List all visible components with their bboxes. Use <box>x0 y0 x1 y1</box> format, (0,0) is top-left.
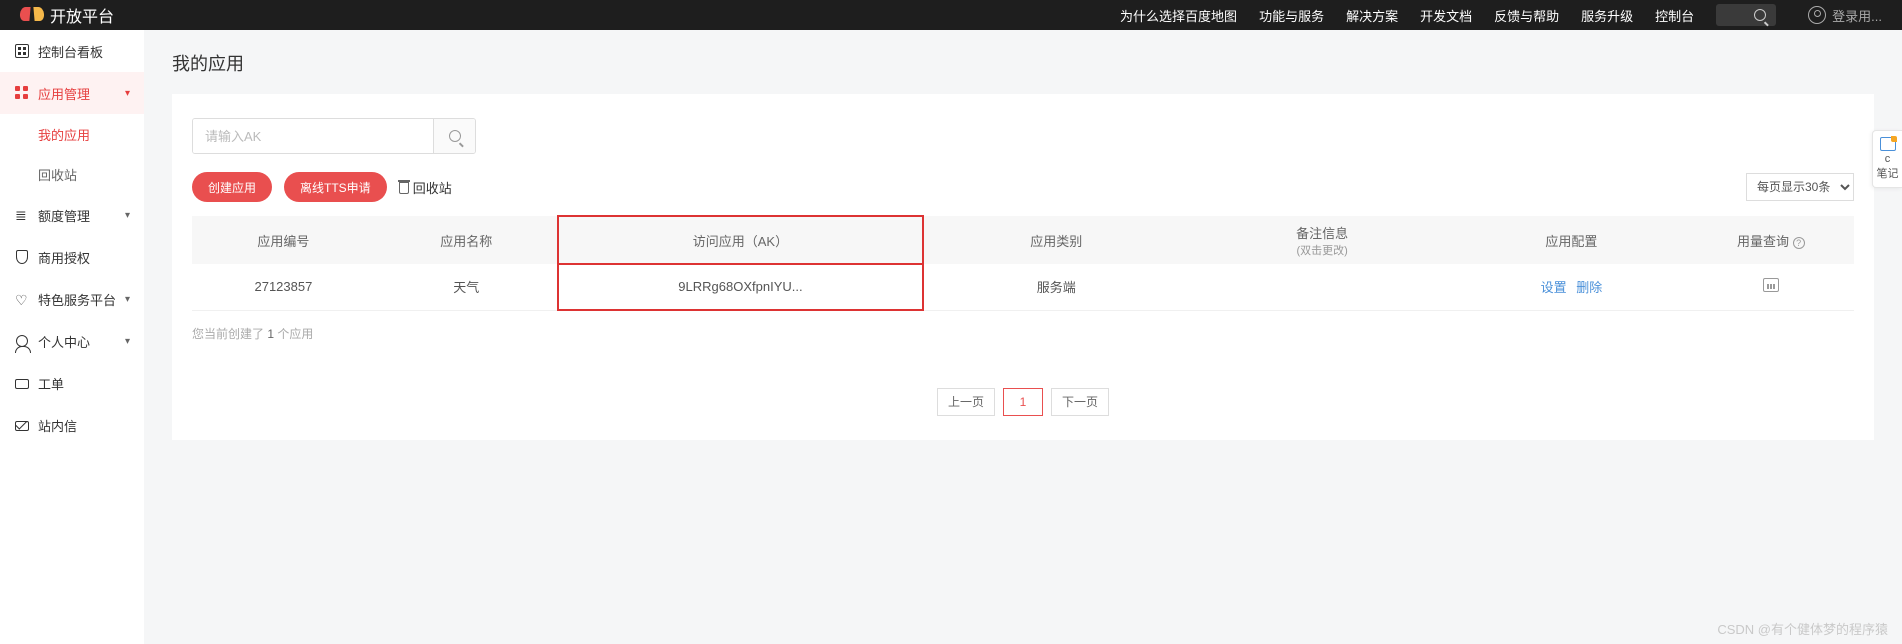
nav-docs[interactable]: 开发文档 <box>1420 6 1472 25</box>
nav-console[interactable]: 控制台 <box>1655 6 1694 25</box>
note-letter: c <box>1885 153 1891 166</box>
ak-search-button[interactable] <box>433 119 475 153</box>
offline-tts-button[interactable]: 离线TTS申请 <box>284 172 387 202</box>
recycle-link[interactable]: 回收站 <box>399 178 452 197</box>
page-next[interactable]: 下一页 <box>1051 388 1109 416</box>
avatar-icon <box>1808 6 1826 24</box>
mail-icon <box>14 417 30 433</box>
header-search[interactable] <box>1716 4 1776 26</box>
chevron-down-icon: ▾ <box>125 294 130 305</box>
float-note-widget[interactable]: c 笔记 <box>1872 130 1902 188</box>
config-set-link[interactable]: 设置 <box>1541 280 1567 295</box>
th-name: 应用名称 <box>375 216 558 264</box>
cell-ak[interactable]: 9LRRg68OXfpnIYU... <box>558 264 924 310</box>
nav-feedback[interactable]: 反馈与帮助 <box>1494 6 1559 25</box>
pagination: 上一页 1 下一页 <box>192 388 1854 416</box>
apps-icon <box>14 85 30 101</box>
logo-text: 开放平台 <box>50 3 114 27</box>
note-label: 笔记 <box>1877 168 1899 181</box>
th-ak: 访问应用（AK） <box>558 216 924 264</box>
page-prev[interactable]: 上一页 <box>937 388 995 416</box>
th-usage: 用量查询 ? <box>1688 216 1854 264</box>
page-size-select[interactable]: 每页显示30条 <box>1746 173 1854 201</box>
recycle-label: 回收站 <box>413 178 452 197</box>
sidebar-item-ticket[interactable]: 工单 <box>0 362 144 404</box>
sidebar: 控制台看板 应用管理 ▾ 我的应用 回收站 额度管理 ▾ 商用授权 特色服务平台… <box>0 30 144 644</box>
chevron-down-icon: ▾ <box>125 336 130 347</box>
th-config: 应用配置 <box>1455 216 1688 264</box>
search-icon <box>449 130 461 142</box>
sidebar-item-profile[interactable]: 个人中心 ▾ <box>0 320 144 362</box>
cell-name: 天气 <box>375 264 558 310</box>
ak-search-input[interactable] <box>193 119 433 153</box>
cell-remark[interactable] <box>1189 264 1455 310</box>
chevron-down-icon: ▾ <box>125 88 130 99</box>
table-row: 27123857 天气 9LRRg68OXfpnIYU... 服务端 设置 删除 <box>192 264 1854 310</box>
config-del-link[interactable]: 删除 <box>1576 280 1602 295</box>
nav-upgrade[interactable]: 服务升级 <box>1581 6 1633 25</box>
sidebar-item-license[interactable]: 商用授权 <box>0 236 144 278</box>
dashboard-icon <box>14 43 30 59</box>
sidebar-item-feature[interactable]: 特色服务平台 ▾ <box>0 278 144 320</box>
sidebar-sub-recycle[interactable]: 回收站 <box>0 154 144 194</box>
sidebar-item-dashboard[interactable]: 控制台看板 <box>0 30 144 72</box>
sidebar-item-quota[interactable]: 额度管理 ▾ <box>0 194 144 236</box>
note-icon <box>1880 137 1896 151</box>
create-app-button[interactable]: 创建应用 <box>192 172 272 202</box>
logo[interactable]: 开放平台 <box>20 3 114 27</box>
user-icon <box>14 333 30 349</box>
top-header: 开放平台 为什么选择百度地图 功能与服务 解决方案 开发文档 反馈与帮助 服务升… <box>0 0 1902 30</box>
search-icon <box>1754 9 1766 21</box>
cell-type: 服务端 <box>923 264 1189 310</box>
cell-id: 27123857 <box>192 264 375 310</box>
chevron-down-icon: ▾ <box>125 210 130 221</box>
watermark: CSDN @有个健体梦的程序猿 <box>1717 619 1888 638</box>
sidebar-sub-myapps[interactable]: 我的应用 <box>0 114 144 154</box>
sidebar-item-apps[interactable]: 应用管理 ▾ <box>0 72 144 114</box>
nav-why[interactable]: 为什么选择百度地图 <box>1120 6 1237 25</box>
page-title: 我的应用 <box>172 50 1874 76</box>
apps-table: 应用编号 应用名称 访问应用（AK） 应用类别 备注信息 (双击更改) 应用配置… <box>192 216 1854 311</box>
th-id: 应用编号 <box>192 216 375 264</box>
action-row: 创建应用 离线TTS申请 回收站 每页显示30条 <box>192 172 1854 202</box>
cell-config: 设置 删除 <box>1455 264 1688 310</box>
shield-icon <box>14 249 30 265</box>
user-menu[interactable]: 登录用... <box>1808 6 1882 25</box>
sidebar-item-mail[interactable]: 站内信 <box>0 404 144 446</box>
cell-usage[interactable] <box>1688 264 1854 310</box>
trash-icon <box>399 182 409 194</box>
nav-solutions[interactable]: 解决方案 <box>1346 6 1398 25</box>
page-1[interactable]: 1 <box>1003 388 1043 416</box>
logo-icon <box>20 3 44 27</box>
ak-search-wrap <box>192 118 476 154</box>
help-icon[interactable]: ? <box>1793 237 1805 249</box>
th-remark: 备注信息 (双击更改) <box>1189 216 1455 264</box>
main-content: 我的应用 创建应用 离线TTS申请 回收站 每页显示30条 <box>144 30 1902 644</box>
nav-features[interactable]: 功能与服务 <box>1259 6 1324 25</box>
summary-text: 您当前创建了 1 个应用 <box>192 325 1854 342</box>
ticket-icon <box>14 375 30 391</box>
panel: 创建应用 离线TTS申请 回收站 每页显示30条 应用编号 应用名称 访问应用（… <box>172 94 1874 440</box>
chart-icon <box>1763 278 1779 292</box>
quota-icon <box>14 207 30 223</box>
th-type: 应用类别 <box>923 216 1189 264</box>
heart-icon <box>14 291 30 307</box>
username: 登录用... <box>1832 6 1882 25</box>
top-nav: 为什么选择百度地图 功能与服务 解决方案 开发文档 反馈与帮助 服务升级 控制台… <box>1120 4 1882 26</box>
search-row <box>192 118 1854 154</box>
table-header-row: 应用编号 应用名称 访问应用（AK） 应用类别 备注信息 (双击更改) 应用配置… <box>192 216 1854 264</box>
